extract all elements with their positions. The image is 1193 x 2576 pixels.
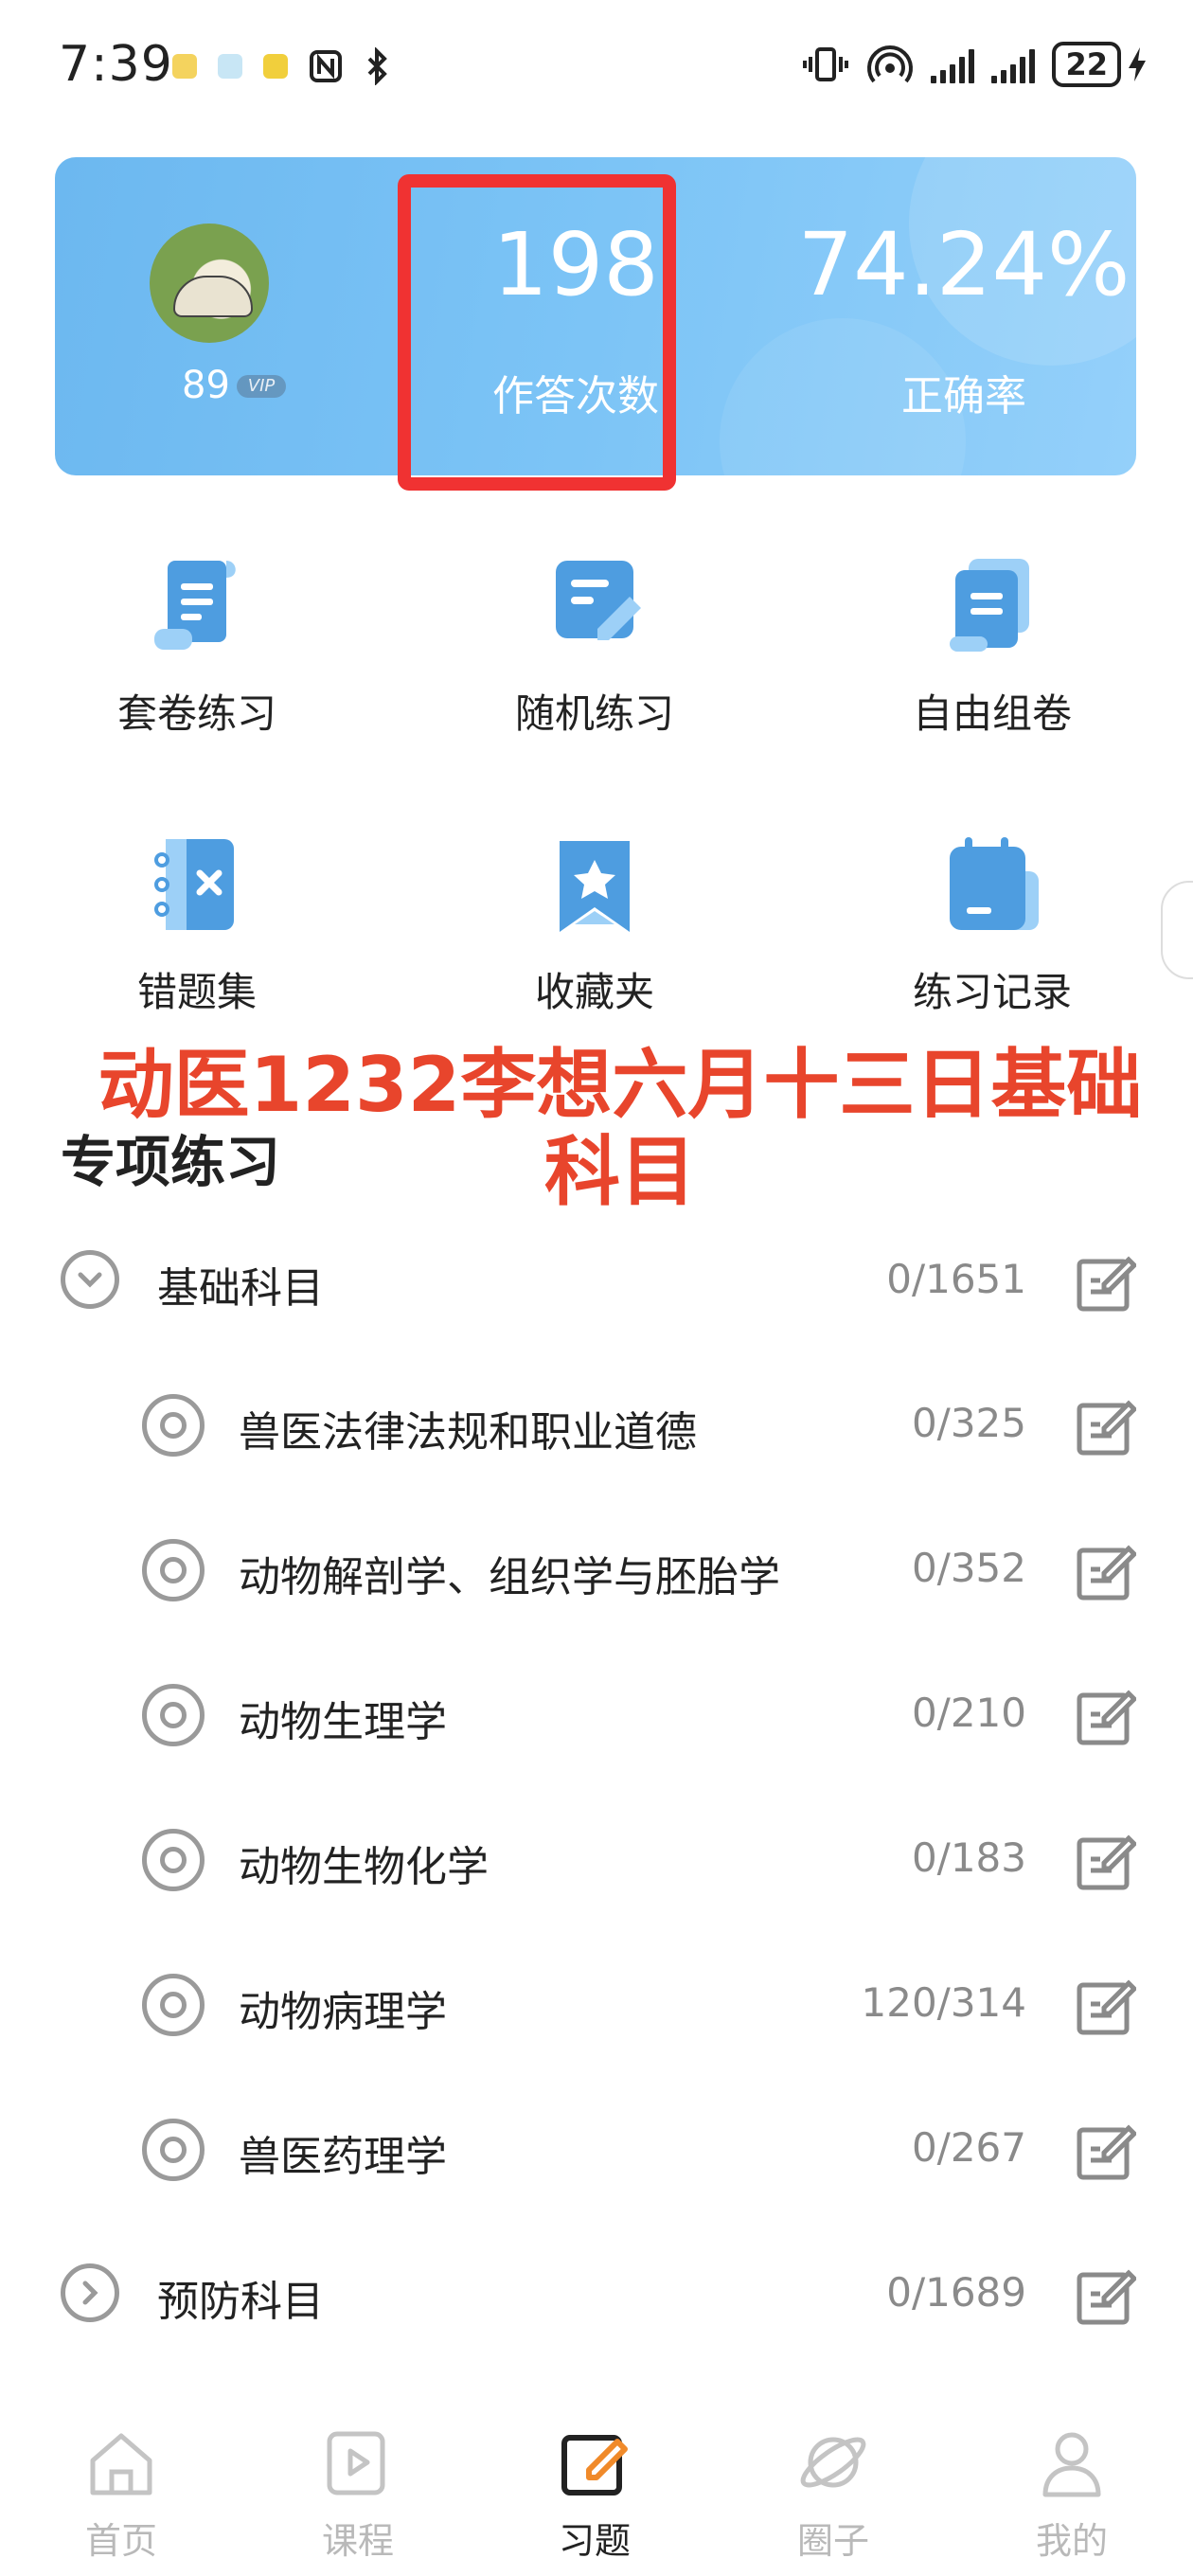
bookmark-star-icon — [543, 833, 647, 938]
play-book-icon — [327, 2431, 385, 2496]
subject-name: 动物生物化学 — [239, 1843, 489, 1891]
subject-progress: 0/1689 — [886, 2269, 1026, 2316]
random-practice-button[interactable]: 随机练习 — [453, 555, 737, 740]
edit-icon[interactable] — [1076, 1686, 1136, 1746]
tab-label: 首页 — [84, 2520, 157, 2562]
subject-progress: 0/1651 — [886, 1256, 1026, 1302]
subject-item-row[interactable]: 兽医法律法规和职业道德 0/325 — [0, 1354, 1193, 1496]
subject-item-row[interactable]: 动物生物化学 0/183 — [0, 1789, 1193, 1931]
user-level: 89 — [182, 364, 230, 407]
accuracy-value: 74.24% — [797, 214, 1131, 315]
practice-grid-label: 套卷练习 — [116, 690, 276, 737]
custom-paper-button[interactable]: 自由组卷 — [850, 555, 1134, 740]
edit-icon[interactable] — [1076, 1252, 1136, 1313]
subject-progress: 0/325 — [911, 1400, 1026, 1446]
status-time: 7:39 — [59, 36, 173, 93]
subject-progress: 0/210 — [911, 1690, 1026, 1736]
tab-home[interactable]: 首页 — [45, 2424, 197, 2564]
home-icon — [90, 2433, 152, 2496]
subject-progress: 0/352 — [911, 1545, 1026, 1591]
charging-icon — [1129, 47, 1146, 81]
tab-profile[interactable]: 我的 — [996, 2424, 1148, 2564]
calendar-note-icon — [940, 833, 1044, 938]
bluetooth-icon — [367, 47, 387, 85]
progress-ring-icon — [142, 1974, 205, 2036]
tab-label: 我的 — [1035, 2520, 1108, 2562]
signal-icon — [991, 45, 1036, 83]
practice-paper-button[interactable]: 套卷练习 — [55, 555, 339, 740]
subject-progress: 0/183 — [911, 1834, 1026, 1881]
chevron-right-icon[interactable] — [61, 2263, 119, 2322]
wrong-questions-button[interactable]: 错题集 — [55, 833, 339, 1018]
practice-grid-label: 随机练习 — [514, 690, 674, 737]
battery-indicator: 22 — [1052, 42, 1148, 87]
subject-name: 基础科目 — [157, 1264, 324, 1313]
subject-name: 兽医药理学 — [239, 2133, 447, 2181]
planet-icon — [800, 2437, 866, 2488]
progress-ring-icon — [142, 2119, 205, 2181]
progress-ring-icon — [142, 1539, 205, 1601]
subject-name: 动物生理学 — [239, 1698, 447, 1746]
tab-courses[interactable]: 课程 — [282, 2424, 434, 2564]
tab-label: 课程 — [321, 2520, 394, 2562]
tab-circle[interactable]: 圈子 — [757, 2424, 909, 2564]
notification-app-icon — [218, 54, 242, 79]
avatar[interactable] — [150, 224, 269, 343]
tab-exercises[interactable]: 习题 — [519, 2424, 670, 2564]
hotspot-icon — [867, 45, 914, 83]
edit-icon[interactable] — [1076, 2265, 1136, 2326]
edit-icon[interactable] — [1076, 1831, 1136, 1891]
favorites-button[interactable]: 收藏夹 — [453, 833, 737, 1018]
practice-grid-label: 错题集 — [136, 969, 257, 1015]
subject-group-row[interactable]: 基础科目 0/1651 — [0, 1210, 1193, 1352]
highlight-annotation — [398, 174, 676, 491]
practice-grid-label: 收藏夹 — [534, 969, 654, 1015]
doc-pen-icon — [543, 555, 647, 659]
exercise-edit-icon — [561, 2435, 628, 2496]
status-bar: 7:39 22 — [0, 0, 1193, 133]
vibrate-icon — [803, 47, 849, 81]
vip-badge: VIP — [237, 375, 286, 398]
progress-ring-icon — [142, 1394, 205, 1457]
practice-record-button[interactable]: 练习记录 — [850, 833, 1134, 1018]
subject-item-row[interactable]: 动物病理学 120/314 — [0, 1934, 1193, 2076]
accuracy-label: 正确率 — [901, 372, 1026, 420]
battery-level: 22 — [1052, 42, 1121, 87]
subject-name: 动物解剖学、组织学与胚胎学 — [239, 1553, 780, 1601]
status-indicators: 22 — [802, 42, 1148, 87]
subject-name: 预防科目 — [157, 2278, 324, 2326]
subject-item-row[interactable]: 动物解剖学、组织学与胚胎学 0/352 — [0, 1499, 1193, 1641]
tab-label: 圈子 — [796, 2520, 869, 2562]
edit-icon[interactable] — [1076, 1976, 1136, 2036]
tab-label: 习题 — [558, 2520, 631, 2562]
subject-group-row[interactable]: 预防科目 0/1689 — [0, 2224, 1193, 2366]
progress-ring-icon — [142, 1829, 205, 1891]
subject-progress: 120/314 — [861, 1979, 1026, 2026]
subject-item-row[interactable]: 动物生理学 0/210 — [0, 1644, 1193, 1786]
scroll-doc-icon — [145, 555, 249, 659]
progress-ring-icon — [142, 1684, 205, 1746]
signal-icon — [931, 45, 975, 83]
nfc-icon — [310, 50, 342, 82]
bottom-nav: 首页 课程 习题 圈子 我的 — [0, 2406, 1193, 2576]
edit-icon[interactable] — [1076, 2120, 1136, 2181]
chevron-down-icon[interactable] — [61, 1250, 119, 1309]
notification-app-icon — [172, 54, 197, 79]
profile-icon — [1042, 2432, 1101, 2497]
edit-icon[interactable] — [1076, 1541, 1136, 1601]
overlay-caption: 动医1232李想六月十三日基础科目 — [98, 1041, 1143, 1216]
floating-side-handle[interactable] — [1161, 881, 1193, 979]
notification-app-icon — [263, 54, 288, 79]
subject-progress: 0/267 — [911, 2124, 1026, 2171]
practice-grid-label: 练习记录 — [912, 969, 1072, 1015]
stacked-doc-icon — [940, 555, 1044, 659]
subject-name: 兽医法律法规和职业道德 — [239, 1408, 697, 1457]
practice-grid-label: 自由组卷 — [912, 690, 1072, 737]
edit-icon[interactable] — [1076, 1396, 1136, 1457]
status-app-icons — [172, 47, 392, 85]
subject-item-row[interactable]: 兽医药理学 0/267 — [0, 2079, 1193, 2221]
subject-name: 动物病理学 — [239, 1988, 447, 2036]
notebook-x-icon — [145, 833, 249, 938]
